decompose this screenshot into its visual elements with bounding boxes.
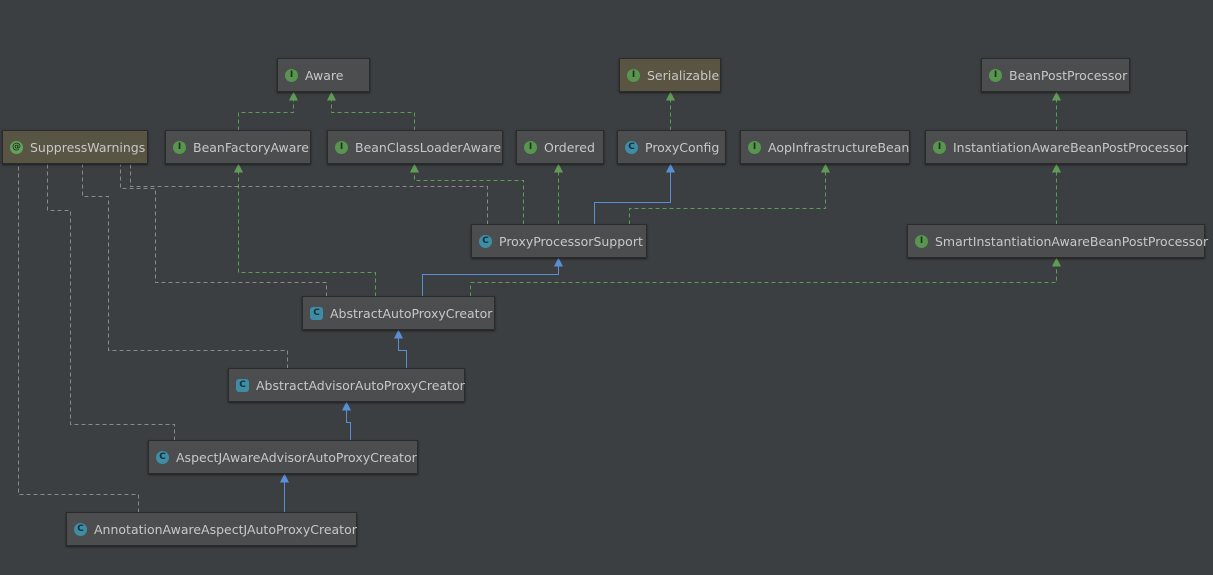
interface-icon: I [524,140,537,154]
node-label: ProxyProcessorSupport [499,233,643,249]
node-ajaapc[interactable]: C AspectJAwareAdvisorAutoProxyCreator [148,440,418,474]
edge-proxyconfig-implements-serializable [666,91,675,131]
arrowhead [1052,257,1061,267]
edge-instaware-implements-beanpost [1052,91,1061,131]
edge-aapc-implements-bfaware [234,163,376,297]
edge-aaajapc-dependency-suppress [18,164,139,513]
node-aware[interactable]: I Aware [277,58,370,92]
arrowhead [666,91,675,101]
node-label: AnnotationAwareAspectJAutoProxyCreator [94,521,357,537]
node-label: SmartInstantiationAwareBeanPostProcessor [935,233,1209,249]
arrowhead [289,91,298,101]
node-instaware[interactable]: I InstantiationAwareBeanPostProcessor [925,130,1189,164]
class-icon: C [625,140,638,154]
edge-aaapc-extends-aapc [394,329,407,369]
interface-icon: I [627,68,640,82]
interface-icon: I [748,140,761,154]
edge-bclaware-implements-aware [327,91,415,131]
node-aaapc[interactable]: C AbstractAdvisorAutoProxyCreator [228,368,465,402]
arrowhead [1052,91,1061,101]
node-label: AbstractAutoProxyCreator [330,305,493,321]
edge-aapc-extends-pps [422,257,563,297]
node-label: AbstractAdvisorAutoProxyCreator [256,377,465,393]
edge-bfaware-implements-aware [238,91,298,131]
node-smart[interactable]: I SmartInstantiationAwareBeanPostProcesso… [907,224,1209,258]
arrowhead [554,257,563,267]
edge-pps-implements-aopinfra [629,163,830,225]
edge-aaajapc-extends-ajaapc [280,473,289,513]
interface-icon: I [335,140,348,154]
node-label: BeanFactoryAware [193,139,309,155]
abstract-icon: C [236,378,249,392]
node-label: Aware [305,67,344,83]
edge-ajaapc-extends-aaapc [342,401,351,441]
arrowhead [394,329,403,339]
node-label: BeanClassLoaderAware [355,139,502,155]
class-icon: C [479,234,492,248]
abstract-icon: C [310,306,323,320]
interface-icon: I [285,68,298,82]
node-bclaware[interactable]: I BeanClassLoaderAware [327,130,503,164]
arrowhead [821,163,830,173]
interface-icon: I [173,140,186,154]
node-label: InstantiationAwareBeanPostProcessor [953,139,1189,155]
arrowhead [410,163,419,173]
node-bfaware[interactable]: I BeanFactoryAware [165,130,311,164]
node-serializable[interactable]: I Serializable [619,58,721,92]
class-diagram: I Aware I Serializable I BeanPostProcessor @ Su… [0,0,1213,575]
edge-pps-implements-ordered [554,163,563,225]
node-label: Ordered [544,139,595,155]
node-label: BeanPostProcessor [1009,67,1128,83]
edge-aapc-dependency-suppress [120,164,327,297]
annotation-icon: @ [10,140,23,154]
interface-icon: I [933,140,946,154]
node-aopinfra[interactable]: I AopInfrastructureBean [740,130,910,164]
node-label: AspectJAwareAdvisorAutoProxyCreator [176,449,417,465]
arrowhead [280,473,289,483]
node-beanpost[interactable]: I BeanPostProcessor [981,58,1130,92]
arrowhead [554,163,563,173]
edge-smart-implements-instaware [1052,163,1061,225]
node-proxyconfig[interactable]: C ProxyConfig [617,130,726,164]
node-suppress[interactable]: @ SuppressWarnings [2,130,148,164]
class-icon: C [74,522,87,536]
node-aapc[interactable]: C AbstractAutoProxyCreator [302,296,495,330]
class-icon: C [156,450,169,464]
node-ordered[interactable]: I Ordered [516,130,604,164]
edge-pps-dependency-suppress [130,164,488,225]
arrowhead [327,91,336,101]
arrowhead [342,401,351,411]
node-aaajapc[interactable]: C AnnotationAwareAspectJAutoProxyCreator [66,512,357,546]
node-label: Serializable [647,67,720,83]
node-label: AopInfrastructureBean [768,139,910,155]
arrowhead [234,163,243,173]
edge-pps-implements-bclaware [410,163,524,225]
edge-pps-extends-proxyconfig [594,163,675,225]
arrowhead [1052,163,1061,173]
node-label: SuppressWarnings [30,139,146,155]
interface-icon: I [915,234,928,248]
interface-icon: I [989,68,1002,82]
edge-aaapc-dependency-suppress [82,164,288,369]
node-pps[interactable]: C ProxyProcessorSupport [471,224,647,258]
node-label: ProxyConfig [645,139,720,155]
arrowhead [666,163,675,173]
